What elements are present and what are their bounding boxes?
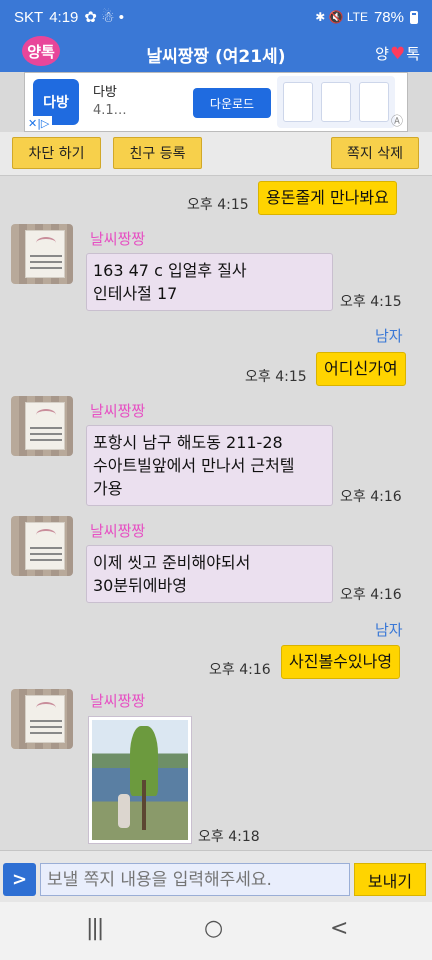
message-line: 163 47 c 입얼후 질사 bbox=[93, 261, 247, 280]
partner-avatar[interactable] bbox=[11, 396, 73, 456]
message-time: 오후 4:15 bbox=[340, 294, 402, 310]
add-friend-button[interactable]: 친구 등록 bbox=[113, 137, 202, 169]
battery-icon bbox=[410, 10, 418, 24]
partner-message-bubble[interactable]: 이제 씻고 준비해야되서 30분뒤에바영 bbox=[86, 545, 333, 603]
send-button[interactable]: 보내기 bbox=[354, 863, 426, 896]
photo-thumbnail bbox=[92, 720, 188, 840]
ad-choices-icon[interactable]: ✕|▷ bbox=[25, 116, 53, 131]
partner-name: 날씨짱짱 bbox=[90, 522, 146, 540]
signal-icons: ✱ 🔇 LTE bbox=[315, 10, 368, 24]
partner-avatar[interactable] bbox=[11, 689, 73, 749]
my-message-bubble[interactable]: 어디신가여 bbox=[316, 352, 406, 386]
back-icon[interactable]: < bbox=[330, 916, 348, 941]
recent-apps-icon[interactable]: ||| bbox=[86, 916, 104, 941]
my-name: 남자 bbox=[375, 327, 403, 345]
ad-banner[interactable]: 다방 다방 4.1… 다운로드 ✕|▷ Ⓐ bbox=[24, 72, 408, 132]
photo-message[interactable] bbox=[88, 716, 192, 844]
battery-label: 78% bbox=[373, 8, 404, 26]
message-line: 인테사절 17 bbox=[93, 284, 178, 303]
message-time: 오후 4:16 bbox=[340, 489, 402, 505]
chat-toolbar: 차단 하기 친구 등록 쪽지 삭제 bbox=[0, 132, 432, 176]
clock-label: 4:19 bbox=[49, 8, 79, 26]
message-time: 오후 4:18 bbox=[198, 829, 260, 845]
partner-name: 날씨짱짱 bbox=[90, 692, 146, 710]
partner-message-bubble[interactable]: 포항시 남구 해도동 211-28 수아트빌앞에서 만나서 근처텔 가용 bbox=[86, 425, 333, 506]
partner-avatar[interactable] bbox=[11, 224, 73, 284]
ad-title: 다방 bbox=[93, 85, 117, 100]
brand-right: 톡 bbox=[406, 45, 420, 63]
chat-partner-title: 날씨짱짱 (여21세) bbox=[146, 47, 286, 67]
carrier-label: SKT bbox=[14, 8, 44, 26]
notification-icons: ✿ ☃ • bbox=[84, 9, 124, 26]
partner-name: 날씨짱짱 bbox=[90, 402, 146, 420]
partner-name: 날씨짱짱 bbox=[90, 230, 146, 248]
ad-rating: 4.1… bbox=[93, 103, 127, 118]
partner-avatar[interactable] bbox=[11, 516, 73, 576]
brand-logo: 양 ♥ 톡 bbox=[375, 43, 420, 64]
ad-preview-image[interactable] bbox=[277, 76, 395, 128]
ad-marker-icon[interactable]: Ⓐ bbox=[391, 112, 403, 129]
message-input[interactable] bbox=[40, 863, 350, 896]
heart-icon: ♥ bbox=[389, 43, 406, 64]
app-header: 양톡 날씨짱짱 (여21세) 양 ♥ 톡 bbox=[0, 34, 432, 72]
ad-download-button[interactable]: 다운로드 bbox=[193, 88, 271, 118]
message-line: 이제 씻고 준비해야되서 bbox=[93, 553, 251, 572]
message-time: 오후 4:15 bbox=[245, 369, 307, 385]
status-right: ✱ 🔇 LTE 78% bbox=[315, 9, 418, 26]
partner-message-bubble[interactable]: 163 47 c 입얼후 질사 인테사절 17 bbox=[86, 253, 333, 311]
my-name: 남자 bbox=[375, 621, 403, 639]
chat-area[interactable]: 오후 4:15 용돈줄게 만나봐요 날씨짱짱 163 47 c 입얼후 질사 인… bbox=[0, 176, 432, 850]
my-message-bubble[interactable]: 용돈줄게 만나봐요 bbox=[258, 181, 397, 215]
status-left: SKT 4:19 ✿ ☃ • bbox=[14, 8, 124, 27]
status-bar: SKT 4:19 ✿ ☃ • ✱ 🔇 LTE 78% bbox=[0, 0, 432, 34]
message-time: 오후 4:16 bbox=[340, 587, 402, 603]
message-composer: > 보내기 bbox=[0, 850, 432, 902]
message-time: 오후 4:15 bbox=[187, 197, 249, 213]
message-line: 포항시 남구 해도동 211-28 bbox=[93, 433, 283, 452]
block-button[interactable]: 차단 하기 bbox=[12, 137, 101, 169]
my-message-bubble[interactable]: 사진볼수있나영 bbox=[281, 645, 401, 679]
ad-text: 다방 4.1… bbox=[93, 84, 127, 120]
home-icon[interactable]: ○ bbox=[204, 916, 223, 941]
message-line: 30분뒤에바영 bbox=[93, 576, 187, 595]
expand-button[interactable]: > bbox=[3, 863, 36, 896]
system-nav-bar: ||| ○ < bbox=[0, 902, 432, 960]
message-line: 가용 bbox=[93, 479, 123, 498]
delete-message-button[interactable]: 쪽지 삭제 bbox=[331, 137, 419, 169]
brand-left: 양 bbox=[375, 45, 389, 63]
message-line: 수아트빌앞에서 만나서 근처텔 bbox=[93, 456, 295, 475]
message-time: 오후 4:16 bbox=[209, 662, 271, 678]
